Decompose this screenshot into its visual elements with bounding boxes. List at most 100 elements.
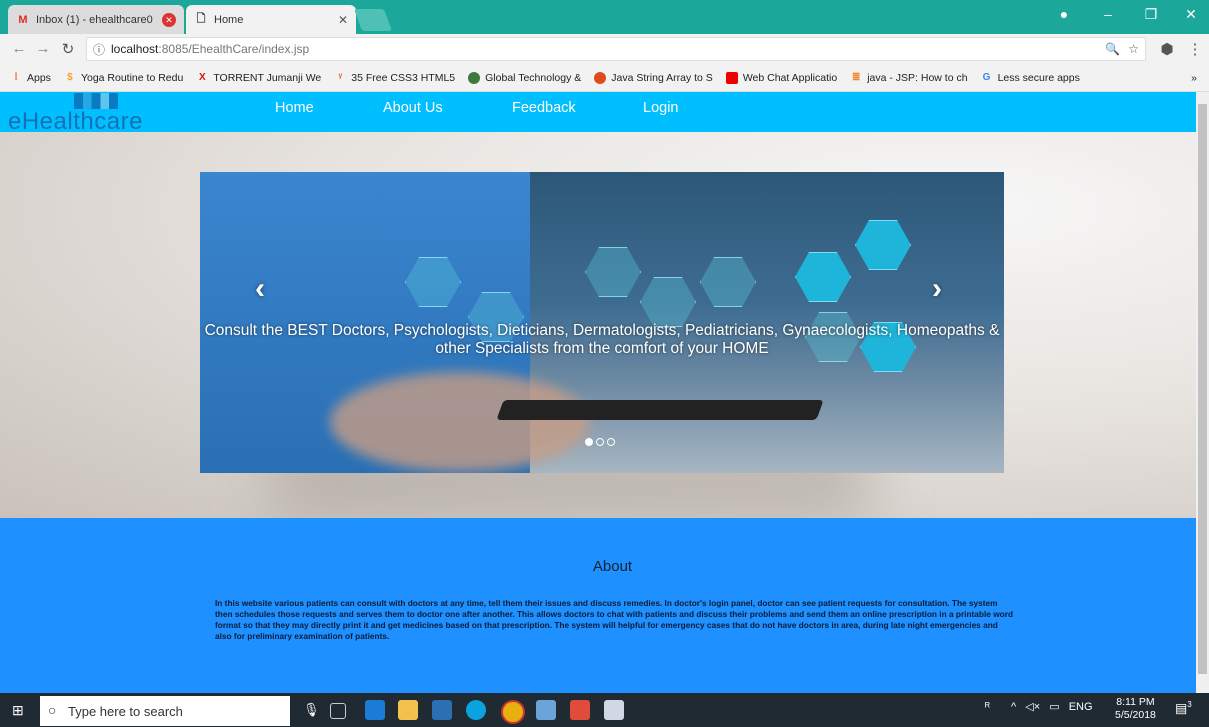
bookmark-label: Apps bbox=[27, 71, 51, 84]
bookmark-label: Global Technology & bbox=[485, 71, 582, 84]
media-player-icon[interactable] bbox=[432, 700, 452, 720]
about-section: About In this website various patients c… bbox=[0, 518, 1196, 693]
about-paragraph: In this website various patients can con… bbox=[215, 598, 1014, 641]
skype-icon[interactable] bbox=[466, 700, 486, 720]
bookmark-label: Less secure apps bbox=[997, 71, 1080, 84]
notification-count: 3 bbox=[1187, 700, 1192, 709]
profile-icon[interactable]: ● bbox=[1049, 6, 1079, 22]
clock-date: 5/5/2018 bbox=[1115, 709, 1156, 721]
carousel-dot[interactable] bbox=[596, 438, 604, 446]
language-indicator[interactable]: ENG bbox=[1069, 701, 1093, 713]
bookmark-label: Java String Array to S bbox=[611, 71, 713, 84]
bookmarks-bar: ⁞ Apps $ Yoga Routine to Redu X TORRENT … bbox=[0, 64, 1209, 92]
tab-home[interactable]: 🗋 Home ✕ bbox=[186, 5, 356, 34]
reload-icon[interactable]: ↻ bbox=[59, 40, 77, 58]
minimize-button[interactable]: – bbox=[1093, 6, 1123, 22]
x-icon: X bbox=[198, 71, 206, 83]
gmail-icon: M bbox=[18, 13, 28, 26]
stack-icon: ≣ bbox=[851, 71, 861, 83]
close-tab-icon[interactable]: ✕ bbox=[338, 13, 348, 27]
apps-icon: ⁞ bbox=[14, 71, 18, 83]
task-view-icon[interactable] bbox=[330, 703, 346, 719]
bookmark-apps[interactable]: ⁞ Apps bbox=[10, 72, 51, 84]
dollar-icon: $ bbox=[67, 71, 73, 83]
carousel-indicators bbox=[585, 438, 615, 446]
menu-icon[interactable]: ⋮ bbox=[1186, 40, 1204, 58]
pill-hex-icon bbox=[855, 220, 911, 270]
microphone-icon[interactable]: 🎙 bbox=[303, 702, 320, 718]
carousel-dot[interactable] bbox=[585, 438, 593, 446]
hero-background: Consult the BEST Doctors, Psychologists,… bbox=[0, 132, 1196, 522]
url-path: :8085/EhealthCare/index.jsp bbox=[158, 42, 310, 56]
nav-login[interactable]: Login bbox=[643, 100, 678, 116]
volume-mute-icon[interactable]: ◁× bbox=[1025, 701, 1040, 713]
bookmark-item[interactable]: Java String Array to S bbox=[594, 71, 713, 84]
bookmark-label: 35 Free CSS3 HTML5 bbox=[351, 71, 456, 84]
app-icon[interactable] bbox=[570, 700, 590, 720]
nav-feedback[interactable]: Feedback bbox=[512, 100, 576, 116]
logo-mark-icon bbox=[74, 93, 118, 109]
taskbar-clock[interactable]: 8:11 PM 5/5/2018 bbox=[1115, 696, 1156, 722]
system-tray: ᴿ ^ ◁× ▭ ENG bbox=[985, 700, 1093, 713]
bookmark-label: java - JSP: How to ch bbox=[867, 71, 968, 84]
taskbar-search-box[interactable]: ○ Type here to search bbox=[40, 696, 290, 726]
google-icon: G bbox=[982, 71, 991, 83]
carousel-prev-arrow-icon[interactable]: ‹ bbox=[255, 272, 265, 306]
virtualbox-icon[interactable] bbox=[536, 700, 556, 720]
chevron-up-icon[interactable]: ^ bbox=[1011, 701, 1016, 713]
nav-home[interactable]: Home bbox=[275, 100, 314, 116]
nav-about-us[interactable]: About Us bbox=[383, 100, 443, 116]
medical-hex-icon bbox=[700, 257, 756, 307]
more-bookmarks-icon[interactable]: » bbox=[1191, 72, 1197, 84]
cross-hex-icon bbox=[795, 252, 851, 302]
people-icon[interactable]: ᴿ bbox=[985, 701, 990, 713]
bookmark-item[interactable]: G Less secure apps bbox=[981, 72, 1080, 84]
forward-icon[interactable]: → bbox=[34, 40, 52, 57]
bookmark-item[interactable]: ≣ java - JSP: How to ch bbox=[850, 71, 968, 84]
doctor-hand bbox=[330, 372, 590, 472]
bookmark-item[interactable]: ᵞ 35 Free CSS3 HTML5 bbox=[334, 72, 455, 84]
restore-button[interactable]: ❐ bbox=[1136, 6, 1166, 23]
bookmark-item[interactable]: X TORRENT Jumanji We bbox=[196, 72, 321, 84]
tablet-device bbox=[496, 400, 824, 420]
tab-label: Inbox (1) - ehealthcare0 bbox=[36, 13, 153, 26]
notepad-icon[interactable] bbox=[604, 700, 624, 720]
youtube-icon bbox=[725, 71, 738, 84]
zoom-icon[interactable]: 🔍 bbox=[1105, 42, 1120, 56]
back-icon[interactable]: ← bbox=[10, 40, 28, 57]
tab-inbox[interactable]: M Inbox (1) - ehealthcare0 ✕ bbox=[8, 5, 184, 34]
about-heading: About bbox=[592, 558, 633, 575]
scrollbar-thumb[interactable] bbox=[1198, 104, 1207, 674]
info-icon[interactable]: ⓘ bbox=[93, 41, 105, 58]
file-explorer-icon[interactable] bbox=[398, 700, 418, 720]
molecule-hex-icon bbox=[640, 277, 696, 327]
url-host: localhost bbox=[111, 42, 159, 56]
bookmark-item[interactable]: $ Yoga Routine to Redu bbox=[64, 72, 183, 84]
clock-time: 8:11 PM bbox=[1116, 696, 1155, 708]
notification-center-icon[interactable]: ▤3 bbox=[1175, 700, 1192, 716]
globe-icon bbox=[468, 71, 481, 84]
close-window-button[interactable]: ✕ bbox=[1176, 6, 1206, 23]
bookmark-star-icon[interactable]: ☆ bbox=[1128, 42, 1139, 56]
network-icon[interactable]: ▭ bbox=[1049, 701, 1059, 713]
edge-icon[interactable] bbox=[365, 700, 385, 720]
bookmark-item[interactable]: Web Chat Applicatio bbox=[725, 71, 837, 84]
carousel-dot[interactable] bbox=[607, 438, 615, 446]
windows-start-icon[interactable]: ⊞ bbox=[12, 702, 24, 719]
java-icon bbox=[594, 71, 607, 84]
tab-label: Home bbox=[214, 13, 244, 26]
medical-hex-icon bbox=[585, 247, 641, 297]
close-tab-icon[interactable]: ✕ bbox=[162, 12, 176, 27]
cortana-icon: ○ bbox=[48, 702, 57, 718]
chrome-icon[interactable] bbox=[501, 700, 525, 724]
carousel-next-arrow-icon[interactable]: › bbox=[932, 272, 942, 306]
address-bar[interactable]: ⓘ localhost:8085/EhealthCare/index.jsp 🔍… bbox=[86, 37, 1146, 61]
extension-icon[interactable]: ⬢ bbox=[1158, 40, 1176, 58]
bookmark-label: TORRENT Jumanji We bbox=[213, 71, 322, 84]
web-page: eHealthcare Home About Us Feedback Login… bbox=[0, 92, 1196, 693]
bookmark-item[interactable]: Global Technology & bbox=[468, 71, 582, 84]
page-icon: 🗋 bbox=[196, 13, 206, 25]
carousel-caption: Consult the BEST Doctors, Psychologists,… bbox=[204, 322, 1000, 357]
site-navbar bbox=[0, 92, 1196, 132]
search-placeholder: Type here to search bbox=[68, 703, 183, 719]
